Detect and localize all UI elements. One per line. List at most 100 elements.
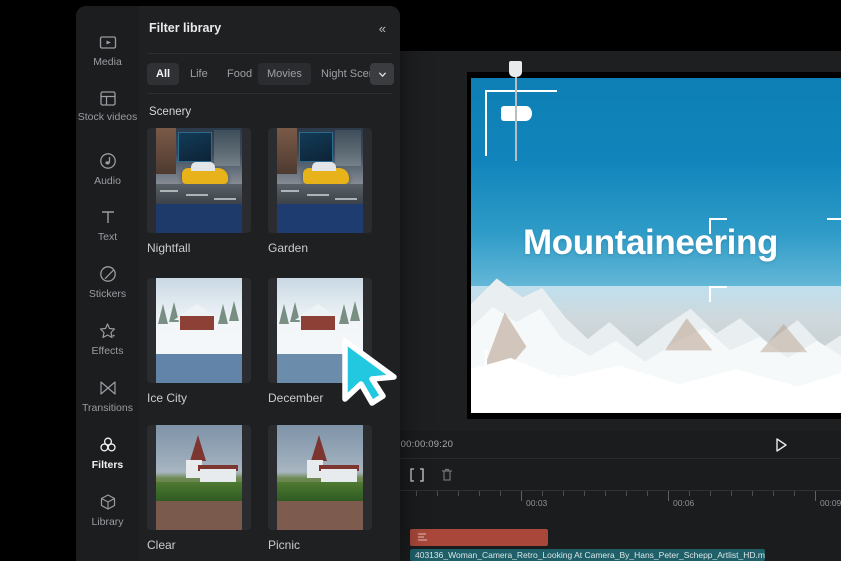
sidebar-item-media[interactable]: Media <box>76 22 139 78</box>
filter-card-nightfall[interactable]: Nightfall <box>147 128 251 255</box>
play-triangle-icon[interactable] <box>772 436 790 454</box>
sidebar-item-text[interactable]: Text <box>76 197 139 253</box>
split-icon[interactable] <box>408 466 426 484</box>
filter-name: Ice City <box>147 391 188 405</box>
video-preview-canvas: Mountaineering 4K 60FPS <box>471 78 841 413</box>
chevron-down-icon[interactable] <box>370 63 394 85</box>
sidebar-item-filters[interactable]: Filters <box>76 425 139 481</box>
timeline-effect-clip[interactable] <box>410 529 548 546</box>
sidebar-item-effects[interactable]: Effects <box>76 311 139 367</box>
sidebar-label-stickers: Stickers <box>88 287 127 300</box>
section-title-scenery: Scenery <box>149 106 192 118</box>
frame-corner-mid-lower <box>709 286 727 302</box>
sidebar-label-stock-videos: Stock videos <box>77 111 138 124</box>
sidebar-label-media: Media <box>93 55 122 68</box>
filter-swatch <box>277 354 363 383</box>
audio-note-icon <box>99 152 116 169</box>
stickers-circle-icon <box>99 265 116 282</box>
filter-swatch <box>156 501 242 530</box>
filter-card-garden[interactable]: Garden <box>268 128 372 255</box>
filter-name: December <box>268 391 324 405</box>
filter-panel-header: Filter library « <box>139 6 400 50</box>
sidebar-item-stock-videos[interactable]: Stock videos <box>76 78 139 134</box>
left-sidebar-rail: Media Stock videos Audio Text Stickers E… <box>76 6 139 561</box>
tab-movies-label: Movies <box>267 68 302 80</box>
ruler-label-3: 00:09 <box>820 498 841 508</box>
sidebar-label-audio: Audio <box>94 174 121 187</box>
filter-preview-image <box>277 128 363 204</box>
tab-movies[interactable]: Movies <box>258 63 311 85</box>
timeline-timecode: / 00:00:09:20 <box>395 439 454 450</box>
ruler-label-2: 00:06 <box>673 498 695 508</box>
filter-category-tabs: All Life Food Movies Night Scene <box>147 63 394 85</box>
filter-card-picnic[interactable]: Picnic <box>268 425 372 552</box>
playhead-handle[interactable] <box>509 61 522 77</box>
filter-thumb-nightfall[interactable] <box>147 128 251 233</box>
effect-clip-icon <box>418 533 427 541</box>
preview-fps-badge: 4K 60FPS <box>495 373 569 390</box>
app-root: Mountaineering 4K 60FPS / 00:00:09:20 00… <box>0 0 841 561</box>
filter-thumb-clear[interactable] <box>147 425 251 530</box>
editor-top-strip <box>390 43 841 51</box>
sidebar-label-transitions: Transitions <box>82 401 133 414</box>
preview-title-text: Mountaineering <box>523 223 778 262</box>
timeline-video-clip[interactable]: 403136_Woman_Camera_Retro_Looking At Cam… <box>410 549 765 561</box>
filter-thumb-garden[interactable] <box>268 128 372 233</box>
filter-swatch <box>277 501 363 530</box>
double-chevron-left-icon[interactable]: « <box>379 21 386 36</box>
filter-preview-image <box>156 425 242 501</box>
filter-grid: Nightfall Garden Ice City December Clear… <box>147 128 400 561</box>
transitions-bowtie-icon <box>99 381 116 395</box>
timeline-clip-label: 403136_Woman_Camera_Retro_Looking At Cam… <box>415 550 765 560</box>
video-preview-frame[interactable]: Mountaineering 4K 60FPS <box>467 72 841 419</box>
timeline-ruler[interactable]: 00:03 00:06 00:09 <box>390 490 841 512</box>
filter-thumb-ice-city[interactable] <box>147 278 251 383</box>
effects-sparkle-icon <box>99 323 115 338</box>
stock-videos-layout-icon <box>99 91 116 106</box>
timeline-panel: / 00:00:09:20 00:03 00:06 00:09 403136_W… <box>390 431 841 561</box>
sidebar-item-audio[interactable]: Audio <box>76 141 139 197</box>
frame-corner-top-left <box>485 90 557 156</box>
ruler-label-1: 00:03 <box>526 498 548 508</box>
filter-preview-image <box>156 128 242 204</box>
sidebar-label-text: Text <box>97 230 118 243</box>
chevron-down-svg <box>378 72 386 77</box>
filter-panel-body: Filter library « All Life Food Movies Ni… <box>139 6 400 561</box>
tab-life[interactable]: Life <box>181 63 217 85</box>
trash-svg <box>442 468 452 481</box>
filter-card-december[interactable]: December <box>268 278 372 405</box>
tab-all-label: All <box>156 68 171 80</box>
header-divider <box>147 53 392 54</box>
split-svg <box>410 468 424 482</box>
filter-thumb-december[interactable] <box>268 278 372 383</box>
filter-card-ice-city[interactable]: Ice City <box>147 278 251 405</box>
filter-library-panel: Media Stock videos Audio Text Stickers E… <box>76 6 400 561</box>
sidebar-item-transitions[interactable]: Transitions <box>76 368 139 424</box>
filter-name: Clear <box>147 538 176 552</box>
tab-food[interactable]: Food <box>218 63 261 85</box>
sidebar-label-filters: Filters <box>91 458 124 471</box>
sidebar-item-library[interactable]: Library <box>76 482 139 538</box>
filter-swatch <box>277 204 363 233</box>
delete-icon[interactable] <box>438 466 456 484</box>
playhead-line <box>515 66 517 161</box>
sidebar-label-effects: Effects <box>91 344 124 357</box>
sidebar-item-stickers[interactable]: Stickers <box>76 254 139 310</box>
tab-life-label: Life <box>190 68 208 80</box>
tab-food-label: Food <box>227 68 253 80</box>
filter-preview-image <box>277 425 363 501</box>
tab-all[interactable]: All <box>147 63 180 85</box>
frame-corner-right <box>827 218 841 220</box>
page-title: Filter library <box>149 21 222 35</box>
filter-preview-image <box>277 278 363 354</box>
filter-card-clear[interactable]: Clear <box>147 425 251 552</box>
filter-thumb-picnic[interactable] <box>268 425 372 530</box>
timeline-toolbar <box>390 460 841 489</box>
timeline-topbar: / 00:00:09:20 <box>390 431 841 459</box>
filter-name: Nightfall <box>147 241 191 255</box>
sidebar-label-library: Library <box>91 515 124 528</box>
filters-clover-icon <box>99 437 116 452</box>
filter-swatch <box>156 354 242 383</box>
filter-name: Picnic <box>268 538 301 552</box>
filter-name: Garden <box>268 241 309 255</box>
